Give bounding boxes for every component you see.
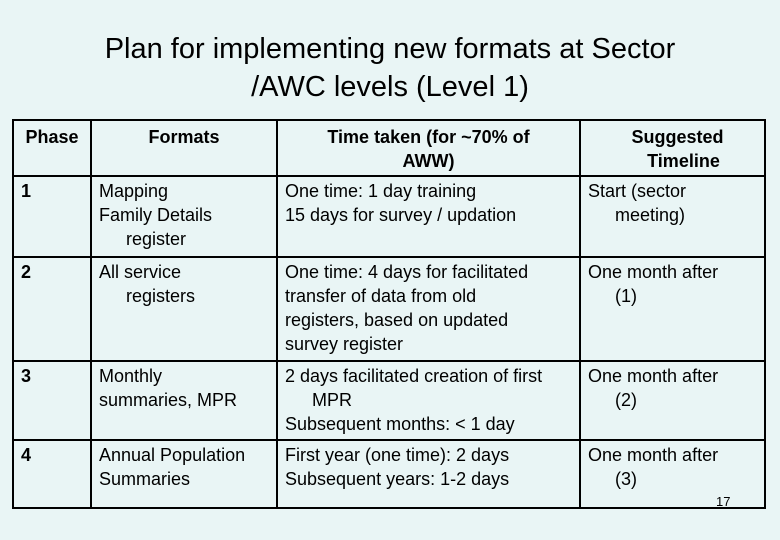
time-line: One time: 1 day training — [285, 181, 477, 201]
header-time-line-1: Time taken (for ~70% of — [327, 127, 530, 147]
slide-title: Plan for implementing new formats at Sec… — [0, 30, 780, 106]
time-line: survey register — [285, 334, 404, 354]
time-line: Subsequent months: < 1 day — [285, 414, 515, 434]
header-suggested-timeline: Suggested Timeline — [579, 119, 766, 177]
table-header-row: Phase Formats Time taken (for ~70% of AW… — [12, 119, 766, 177]
formats-cell: All service registers — [90, 256, 278, 362]
table-row: 4 Annual Population Summaries First year… — [12, 439, 766, 509]
table-row: 1 Mapping Family Details register One ti… — [12, 175, 766, 258]
timeline-cell: One month after (1) — [579, 256, 766, 362]
formats-line: register — [126, 229, 187, 249]
timeline-line: (3) — [615, 469, 637, 489]
formats-line: Annual Population — [99, 445, 246, 465]
timeline-cell: One month after (3) — [579, 439, 766, 509]
time-line: Subsequent years: 1-2 days — [285, 469, 510, 489]
timeline-line: One month after — [588, 445, 719, 465]
formats-line: Monthly — [99, 366, 163, 386]
timeline-cell: Start (sector meeting) — [579, 175, 766, 258]
phase-cell: 4 — [12, 439, 92, 509]
time-line: 2 days facilitated creation of first — [285, 366, 543, 386]
time-line: registers, based on updated — [285, 310, 509, 330]
formats-line: Mapping — [99, 181, 169, 201]
header-time-line-2: AWW) — [402, 151, 455, 171]
header-time-taken: Time taken (for ~70% of AWW) — [276, 119, 581, 177]
time-line: 15 days for survey / updation — [285, 205, 517, 225]
formats-line: summaries, MPR — [99, 390, 238, 410]
slide-title-line-1: Plan for implementing new formats at Sec… — [104, 33, 676, 65]
table-row: 3 Monthly summaries, MPR 2 days facilita… — [12, 360, 766, 441]
phase-cell: 2 — [12, 256, 92, 362]
timeline-line: One month after — [588, 262, 719, 282]
header-timeline-line-2: Timeline — [647, 151, 720, 171]
time-taken-cell: 2 days facilitated creation of first MPR… — [276, 360, 581, 441]
phase-cell: 3 — [12, 360, 92, 441]
timeline-line: Start (sector — [588, 181, 687, 201]
formats-line: Family Details — [99, 205, 213, 225]
header-formats: Formats — [90, 119, 278, 177]
formats-cell: Monthly summaries, MPR — [90, 360, 278, 441]
formats-cell: Mapping Family Details register — [90, 175, 278, 258]
timeline-line: (2) — [615, 390, 637, 410]
slide-title-line-2: /AWC levels (Level 1) — [251, 71, 529, 103]
header-phase: Phase — [12, 119, 92, 177]
time-taken-cell: One time: 1 day training 15 days for sur… — [276, 175, 581, 258]
formats-line: Summaries — [99, 469, 191, 489]
timeline-line: (1) — [615, 286, 637, 306]
time-line: First year (one time): 2 days — [285, 445, 510, 465]
formats-line: All service — [99, 262, 182, 282]
formats-cell: Annual Population Summaries — [90, 439, 278, 509]
time-line: transfer of data from old — [285, 286, 477, 306]
time-line: One time: 4 days for facilitated — [285, 262, 529, 282]
implementation-plan-table: Phase Formats Time taken (for ~70% of AW… — [12, 119, 766, 509]
page-number: 17 — [716, 494, 731, 509]
time-taken-cell: One time: 4 days for facilitated transfe… — [276, 256, 581, 362]
header-timeline-line-1: Suggested — [631, 127, 724, 147]
phase-cell: 1 — [12, 175, 92, 258]
formats-line: registers — [126, 286, 196, 306]
header-phase-label: Phase — [25, 127, 79, 147]
timeline-cell: One month after (2) — [579, 360, 766, 441]
timeline-line: meeting) — [615, 205, 686, 225]
timeline-line: One month after — [588, 366, 719, 386]
time-line: MPR — [312, 390, 352, 410]
table-row: 2 All service registers One time: 4 days… — [12, 256, 766, 362]
time-taken-cell: First year (one time): 2 days Subsequent… — [276, 439, 581, 509]
header-formats-label: Formats — [148, 127, 220, 147]
